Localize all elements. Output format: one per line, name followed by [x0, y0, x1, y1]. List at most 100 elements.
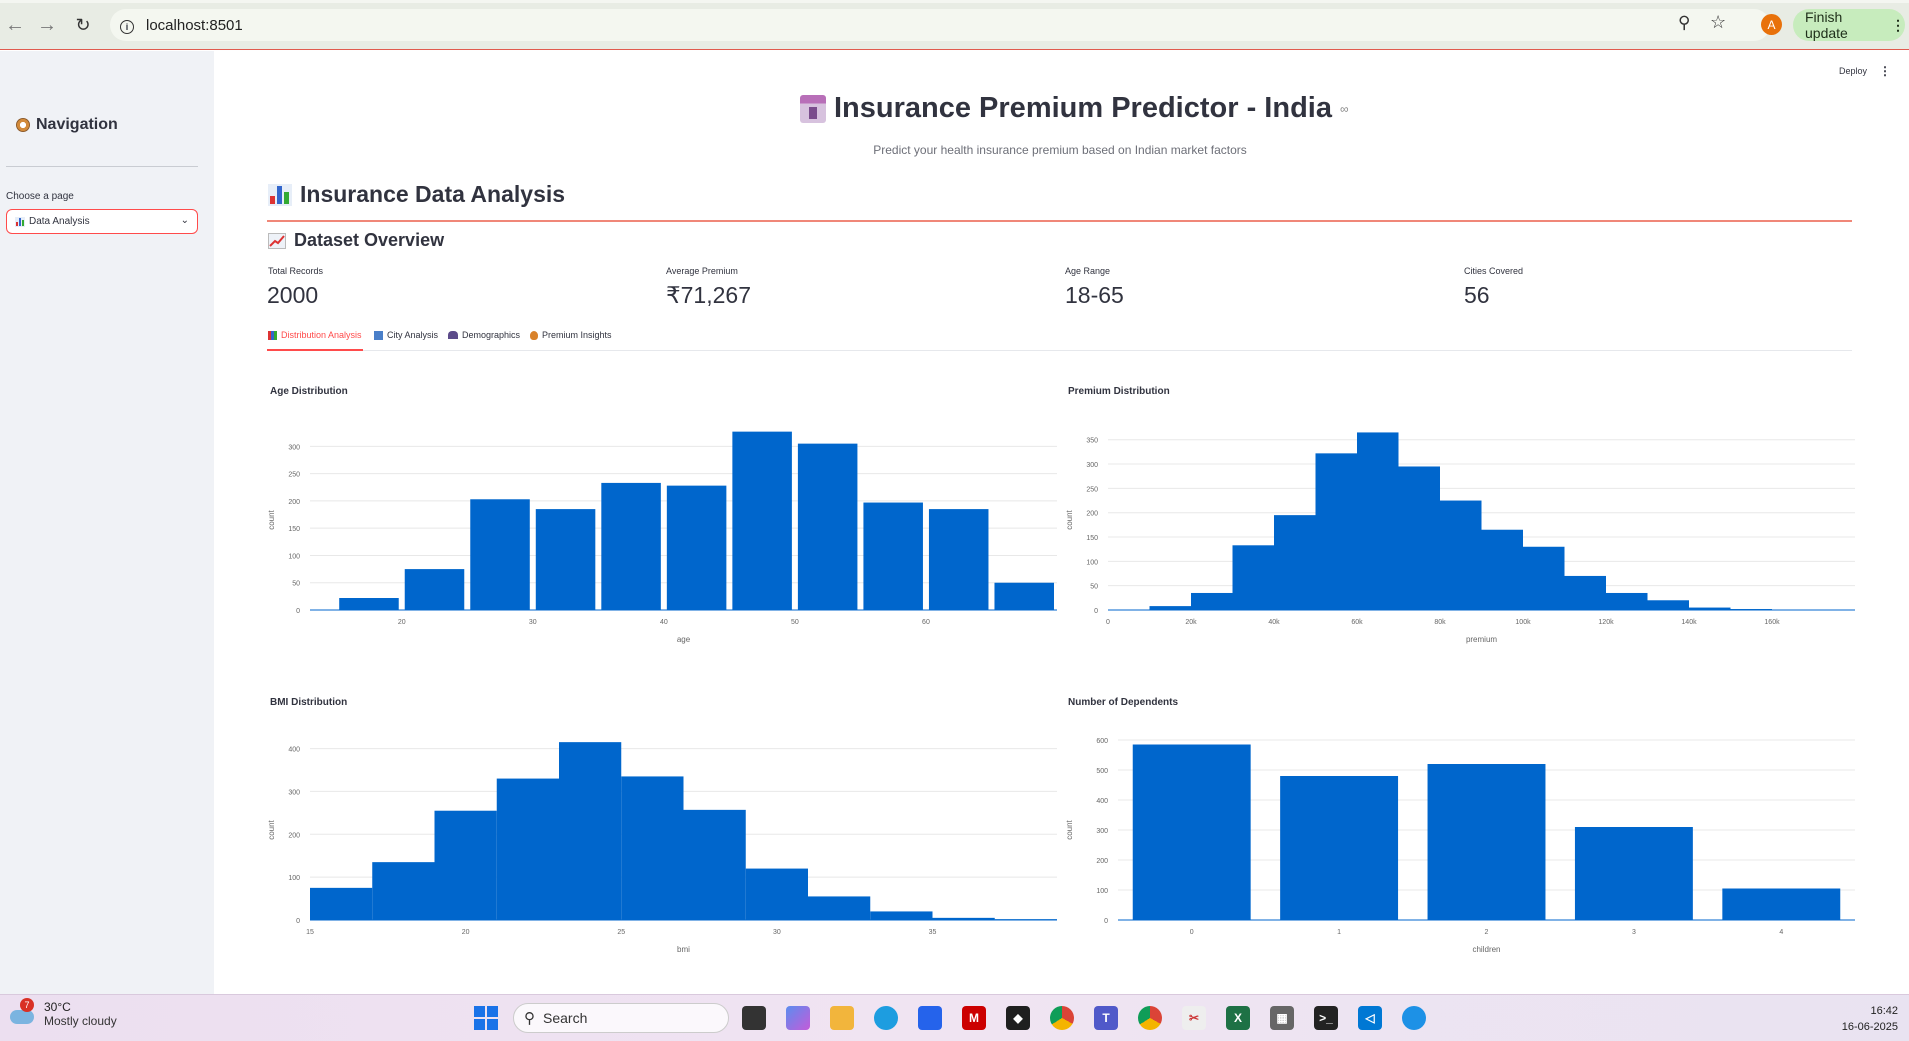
- page-title-text: Insurance Premium Predictor - India: [834, 92, 1332, 124]
- dropbox-icon[interactable]: ◆: [1006, 1006, 1030, 1030]
- x-tick-label: 40: [660, 619, 668, 626]
- bookmark-star-icon[interactable]: ☆: [1710, 12, 1726, 33]
- zoom-icon[interactable]: ⚲: [1678, 13, 1690, 33]
- y-axis-label: count: [267, 509, 276, 529]
- page-select[interactable]: Data Analysis ⌄: [6, 209, 198, 234]
- bar: [1722, 888, 1841, 920]
- snipping-tool-icon[interactable]: ✂: [1182, 1006, 1206, 1030]
- chrome-icon[interactable]: [1050, 1006, 1074, 1030]
- deploy-button[interactable]: Deploy: [1839, 66, 1867, 76]
- cloud-icon: 7: [8, 998, 36, 1028]
- edge-icon[interactable]: [874, 1006, 898, 1030]
- bar: [404, 569, 465, 610]
- store-icon[interactable]: [918, 1006, 942, 1030]
- taskbar-search[interactable]: ⚲ Search: [513, 1003, 729, 1033]
- bar: [1315, 453, 1357, 610]
- chart-title-age: Age Distribution: [270, 386, 348, 397]
- x-axis-label: children: [1472, 945, 1500, 954]
- bmi-distribution-chart: 0 100 200 300 400 count bmi 15 20 25 30 35: [267, 742, 1057, 954]
- profile-avatar[interactable]: A: [1761, 14, 1782, 35]
- x-tick-label: 25: [617, 929, 625, 936]
- weather-widget[interactable]: 7 30°C Mostly cloudy: [8, 998, 117, 1028]
- metric-value-average-premium: ₹71,267: [666, 282, 751, 308]
- file-explorer-icon[interactable]: [830, 1006, 854, 1030]
- choose-page-label: Choose a page: [6, 191, 74, 202]
- tab-bar: Distribution Analysis City Analysis Demo…: [267, 327, 1852, 351]
- taskbar-search-label: Search: [543, 1010, 588, 1026]
- x-tick-label: 60: [922, 619, 930, 626]
- terminal-icon[interactable]: >_: [1314, 1006, 1338, 1030]
- city-icon: [374, 330, 383, 340]
- bar-chart-icon: [268, 330, 277, 340]
- bar: [1647, 600, 1689, 610]
- bar: [1357, 432, 1399, 610]
- y-tick-label: 300: [288, 789, 300, 796]
- x-tick-label: 20: [462, 929, 470, 936]
- active-tab-underline: [267, 349, 363, 351]
- bar: [1564, 575, 1606, 610]
- reload-icon[interactable]: ↻: [68, 10, 98, 40]
- metric-label-total-records: Total Records: [268, 266, 324, 276]
- metric-label-cities-covered: Cities Covered: [1464, 266, 1524, 276]
- x-tick-label: 80k: [1434, 619, 1446, 626]
- excel-icon[interactable]: X: [1226, 1006, 1250, 1030]
- y-axis-label: count: [1065, 819, 1074, 839]
- metric-label-average-premium: Average Premium: [666, 266, 738, 276]
- y-tick-label: 100: [1096, 888, 1108, 895]
- windows-start-icon[interactable]: [474, 1006, 498, 1030]
- tab-demographics[interactable]: Demographics: [448, 330, 520, 340]
- bar: [1523, 546, 1565, 610]
- forward-icon[interactable]: →: [32, 10, 62, 40]
- x-tick-label: 0: [1190, 929, 1194, 936]
- docker-icon[interactable]: [1402, 1006, 1426, 1030]
- bar: [434, 810, 497, 920]
- calculator-icon[interactable]: ▦: [1270, 1006, 1294, 1030]
- bar: [310, 887, 373, 920]
- weather-badge: 7: [20, 998, 34, 1012]
- y-tick-label: 0: [296, 608, 300, 615]
- y-tick-label: 150: [1086, 535, 1098, 542]
- x-axis-label: premium: [1466, 635, 1497, 644]
- tab-distribution-analysis[interactable]: Distribution Analysis: [268, 330, 362, 340]
- x-tick-label: 1: [1337, 929, 1341, 936]
- tab-label: Demographics: [462, 330, 521, 340]
- vscode-icon[interactable]: ◁: [1358, 1006, 1382, 1030]
- page-title: Insurance Premium Predictor - India ∞: [800, 92, 1349, 125]
- main-menu-icon[interactable]: ⋮: [1879, 64, 1891, 78]
- url-text[interactable]: localhost:8501: [146, 17, 243, 34]
- tab-label: City Analysis: [387, 330, 439, 340]
- x-tick-label: 50: [791, 619, 799, 626]
- age-distribution-chart: 0 50 100 150 200 250 300 count age 20 30 40 50 60: [267, 431, 1057, 644]
- chart-title-bmi: BMI Distribution: [270, 697, 348, 708]
- mcafee-icon[interactable]: M: [962, 1006, 986, 1030]
- y-tick-label: 0: [1094, 608, 1098, 615]
- copilot-icon[interactable]: [786, 1006, 810, 1030]
- trend-chart-icon: [268, 232, 286, 249]
- x-tick-label: 40k: [1268, 619, 1280, 626]
- site-info-icon[interactable]: i: [120, 17, 134, 35]
- tab-city-analysis[interactable]: City Analysis: [374, 330, 438, 340]
- link-anchor-icon[interactable]: ∞: [1340, 102, 1349, 116]
- address-bar[interactable]: [110, 9, 1770, 41]
- y-tick-label: 0: [296, 918, 300, 925]
- bar: [621, 776, 684, 920]
- y-axis-label: count: [1065, 509, 1074, 529]
- bar: [559, 742, 622, 920]
- y-tick-label: 100: [1086, 559, 1098, 566]
- people-icon: [448, 331, 458, 339]
- x-tick-label: 35: [929, 929, 937, 936]
- taskbar-clock[interactable]: 16:42 16-06-2025: [1818, 1003, 1898, 1035]
- overview-heading: Dataset Overview: [268, 230, 444, 251]
- metric-value-cities-covered: 56: [1464, 282, 1490, 308]
- x-tick-label: 20: [398, 619, 406, 626]
- chrome-profile-icon[interactable]: [1138, 1006, 1162, 1030]
- finish-update-button[interactable]: Finish update ⋮: [1793, 9, 1905, 41]
- overview-heading-text: Dataset Overview: [294, 230, 445, 250]
- back-icon[interactable]: ←: [0, 10, 30, 40]
- task-view-icon[interactable]: [742, 1006, 766, 1030]
- x-axis-label: bmi: [677, 945, 690, 954]
- analysis-heading-text: Insurance Data Analysis: [300, 181, 566, 207]
- tab-premium-insights[interactable]: Premium Insights: [530, 330, 612, 340]
- teams-icon[interactable]: T: [1094, 1006, 1118, 1030]
- bar: [1232, 545, 1274, 610]
